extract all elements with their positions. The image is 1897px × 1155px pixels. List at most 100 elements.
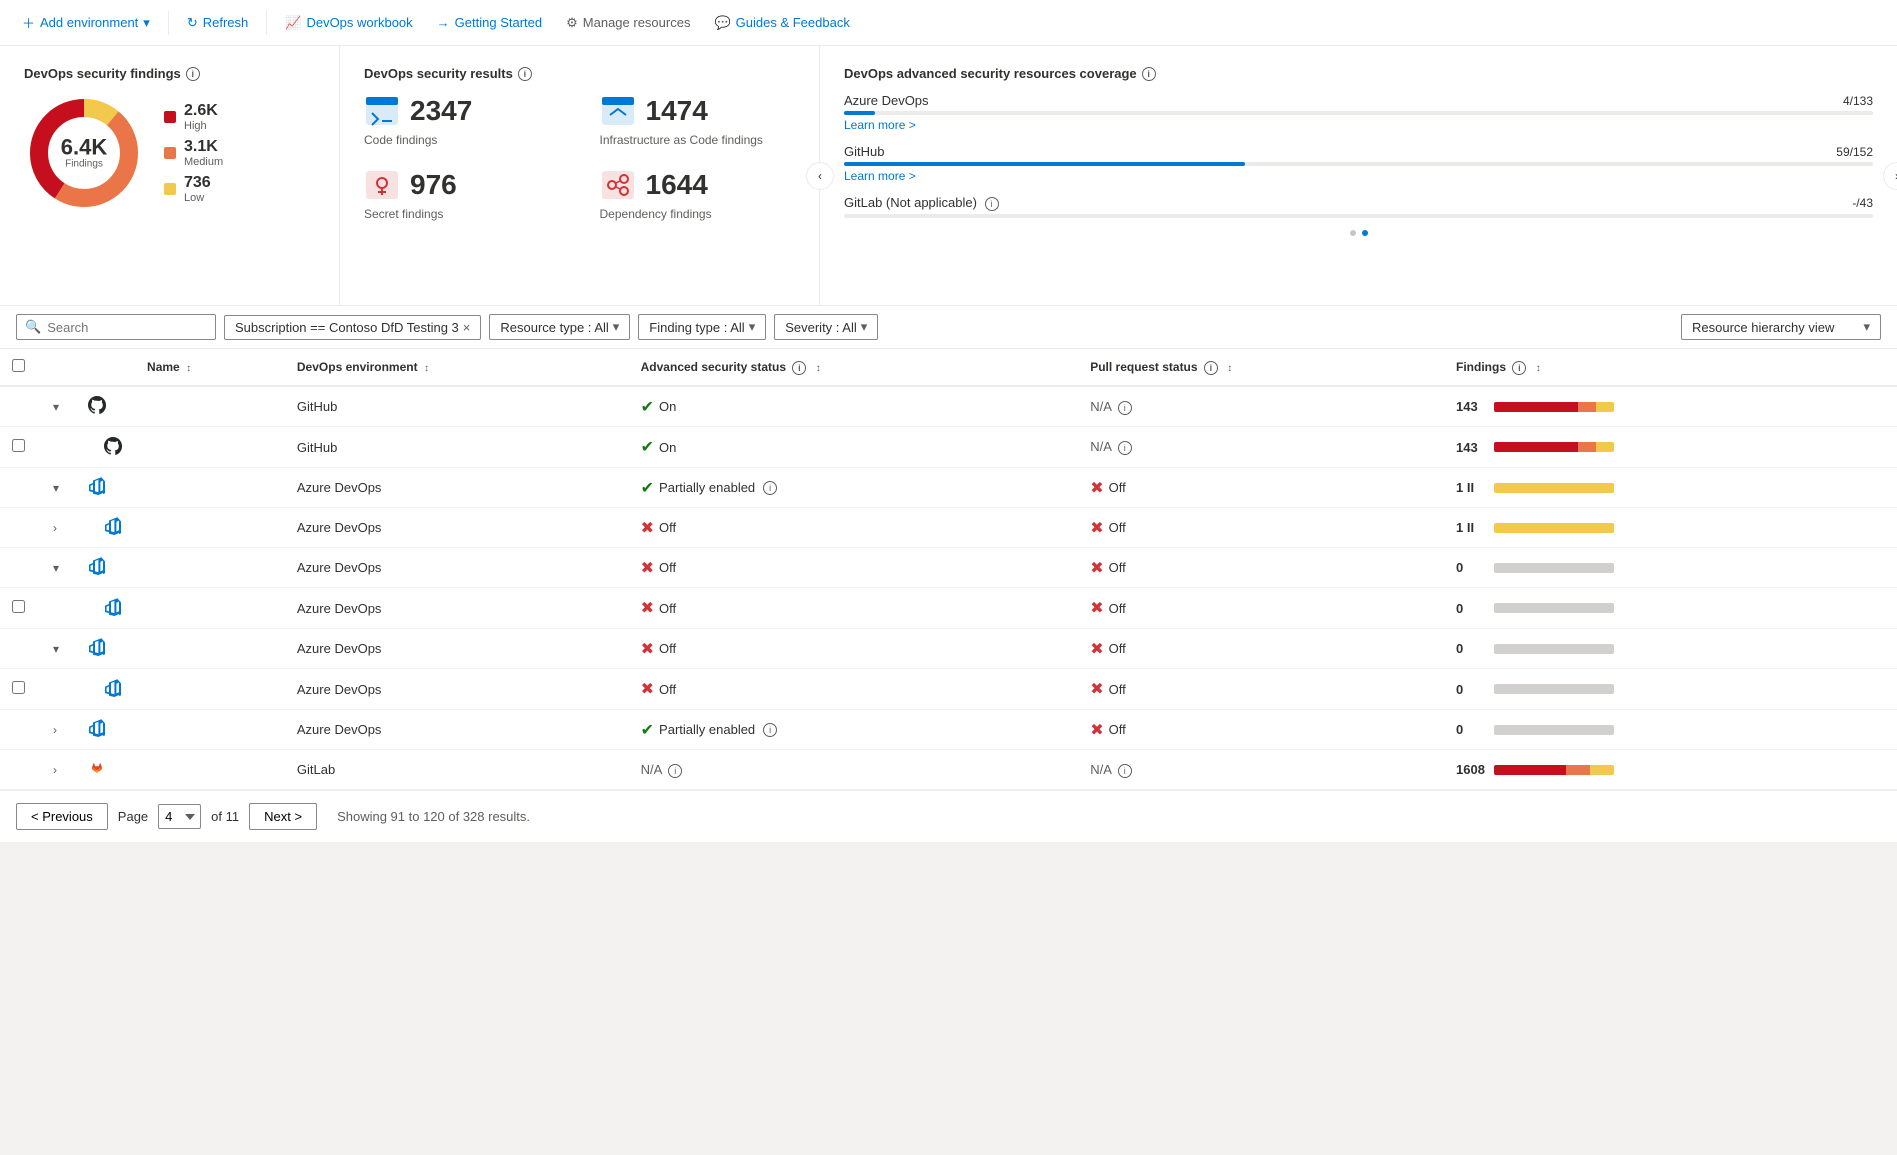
row-expand-button[interactable]: ▾ bbox=[49, 398, 63, 416]
legend-medium: 3.1K Medium bbox=[164, 138, 223, 168]
coverage-prev-button[interactable]: ‹ bbox=[806, 162, 834, 190]
getting-started-button[interactable]: → Getting Started bbox=[427, 9, 552, 36]
bar-gray bbox=[1494, 563, 1614, 573]
row-icon-cell bbox=[75, 750, 135, 790]
code-findings-label: Code findings bbox=[364, 133, 560, 147]
findings-info-icon-col[interactable]: i bbox=[1512, 361, 1526, 375]
row-name bbox=[135, 548, 285, 588]
partial-info-icon[interactable]: i bbox=[763, 481, 777, 495]
page-select[interactable]: 4 1 2 3 5 6 7 8 9 10 11 bbox=[158, 804, 201, 829]
status-badge: ✖ Off bbox=[1090, 639, 1126, 659]
row-checkbox[interactable] bbox=[12, 681, 25, 694]
findings-num: 0 bbox=[1456, 560, 1486, 575]
coverage-next-button[interactable]: › bbox=[1883, 162, 1897, 190]
findings-cell: 143 bbox=[1456, 440, 1833, 455]
row-checkbox[interactable] bbox=[12, 600, 25, 613]
coverage-card: ‹ DevOps advanced security resources cov… bbox=[820, 46, 1897, 305]
adv-status-info-icon[interactable]: i bbox=[792, 361, 806, 375]
guides-feedback-button[interactable]: 💬 Guides & Feedback bbox=[704, 9, 859, 37]
row-checkbox-cell bbox=[0, 629, 37, 669]
row-findings: 0 bbox=[1444, 669, 1845, 710]
row-expand-button[interactable]: ▾ bbox=[49, 559, 63, 577]
row-expand-button[interactable]: ▾ bbox=[49, 640, 63, 658]
devops-env-sort-icon[interactable]: ↕ bbox=[424, 363, 429, 374]
chat-icon: 💬 bbox=[714, 15, 730, 31]
subscription-filter-label: Subscription == Contoso DfD Testing 3 bbox=[235, 320, 459, 335]
legend-high-label: High bbox=[184, 120, 218, 132]
row-checkbox[interactable] bbox=[12, 439, 25, 452]
refresh-icon: ↻ bbox=[187, 15, 198, 31]
gitlab-info-icon[interactable]: i bbox=[985, 197, 999, 211]
coverage-azure-bar-track bbox=[844, 111, 1873, 115]
legend-high: 2.6K High bbox=[164, 102, 223, 132]
coverage-azure-learn-more[interactable]: Learn more > bbox=[844, 118, 1873, 132]
resource-type-filter-pill[interactable]: Resource type : All ▾ bbox=[489, 314, 630, 340]
table-row: › Azure DevOps ✔ Partially enabled i bbox=[0, 710, 1897, 750]
hierarchy-view-button[interactable]: Resource hierarchy view ▾ bbox=[1681, 314, 1881, 340]
header-checkbox-cell bbox=[0, 349, 37, 386]
row-expand-button[interactable]: › bbox=[49, 721, 61, 739]
findings-num: 143 bbox=[1456, 399, 1486, 414]
toolbar: ＋ Add environment ▾ ↻ Refresh 📈 DevOps w… bbox=[0, 0, 1897, 46]
search-box[interactable]: 🔍 bbox=[16, 314, 216, 340]
next-button[interactable]: Next > bbox=[249, 803, 317, 830]
findings-cell: 0 bbox=[1456, 560, 1833, 575]
devops-workbook-button[interactable]: 📈 DevOps workbook bbox=[275, 9, 422, 37]
row-findings: 0 bbox=[1444, 588, 1845, 629]
row-icon-cell bbox=[75, 427, 135, 468]
off-icon: ✖ bbox=[641, 679, 654, 699]
coverage-github-name: GitHub bbox=[844, 144, 884, 159]
adv-status-sort-icon[interactable]: ↕ bbox=[816, 363, 821, 374]
pr-status-sort-icon[interactable]: ↕ bbox=[1227, 363, 1232, 374]
pr-status-info-icon[interactable]: i bbox=[1204, 361, 1218, 375]
finding-type-filter-pill[interactable]: Finding type : All ▾ bbox=[638, 314, 766, 340]
row-actions bbox=[1845, 468, 1897, 508]
na-info-icon[interactable]: i bbox=[1118, 764, 1132, 778]
row-expand-button[interactable]: › bbox=[49, 519, 61, 537]
add-environment-button[interactable]: ＋ Add environment ▾ bbox=[12, 7, 160, 38]
coverage-github-learn-more[interactable]: Learn more > bbox=[844, 169, 1873, 183]
row-devops-env: GitHub bbox=[285, 427, 629, 468]
row-actions bbox=[1845, 548, 1897, 588]
coverage-azure-devops: Azure DevOps 4/133 Learn more > bbox=[844, 93, 1873, 132]
coverage-dots bbox=[844, 230, 1873, 236]
findings-bar bbox=[1494, 684, 1614, 694]
na-info-icon[interactable]: i bbox=[1118, 401, 1132, 415]
coverage-info-icon[interactable]: i bbox=[1142, 67, 1156, 81]
row-name bbox=[135, 710, 285, 750]
name-sort-icon[interactable]: ↕ bbox=[186, 363, 191, 374]
header-name: Name ↕ bbox=[135, 349, 285, 386]
subscription-filter-pill[interactable]: Subscription == Contoso DfD Testing 3 × bbox=[224, 315, 481, 340]
manage-resources-button[interactable]: ⚙ Manage resources bbox=[556, 9, 700, 37]
refresh-button[interactable]: ↻ Refresh bbox=[177, 9, 258, 37]
results-info-icon[interactable]: i bbox=[518, 67, 532, 81]
total-findings-label: Findings bbox=[61, 159, 107, 170]
findings-num: 0 bbox=[1456, 601, 1486, 616]
arrow-icon: → bbox=[437, 15, 450, 30]
table-row: Azure DevOps ✖ Off ✖ Off 0 bbox=[0, 669, 1897, 710]
partial-info-icon[interactable]: i bbox=[763, 723, 777, 737]
search-input[interactable] bbox=[47, 320, 207, 335]
table-header: Name ↕ DevOps environment ↕ Advanced sec… bbox=[0, 349, 1897, 386]
na-info-icon[interactable]: i bbox=[1118, 441, 1132, 455]
row-expand-button[interactable]: ▾ bbox=[49, 479, 63, 497]
na-info-icon[interactable]: i bbox=[668, 764, 682, 778]
previous-button[interactable]: < Previous bbox=[16, 803, 108, 830]
coverage-github-count: 59/152 bbox=[1836, 145, 1873, 159]
coverage-dot-2 bbox=[1362, 230, 1368, 236]
select-all-checkbox[interactable] bbox=[12, 359, 25, 372]
severity-filter-pill[interactable]: Severity : All ▾ bbox=[774, 314, 878, 340]
row-icon-cell bbox=[75, 669, 135, 710]
table-row: › GitLab N/A i bbox=[0, 750, 1897, 790]
findings-info-icon[interactable]: i bbox=[186, 67, 200, 81]
workbook-icon: 📈 bbox=[285, 15, 301, 31]
showing-text: Showing 91 to 120 of 328 results. bbox=[337, 809, 530, 824]
toolbar-separator bbox=[168, 11, 169, 35]
row-expand-button[interactable]: › bbox=[49, 761, 61, 779]
findings-sort-icon[interactable]: ↕ bbox=[1536, 363, 1541, 374]
row-adv-status: ✔ Partially enabled i bbox=[629, 468, 1079, 508]
row-icon-cell bbox=[75, 588, 135, 629]
header-actions bbox=[1845, 349, 1897, 386]
code-findings-icon bbox=[364, 93, 400, 129]
pagination: < Previous Page 4 1 2 3 5 6 7 8 9 10 11 … bbox=[0, 790, 1897, 842]
